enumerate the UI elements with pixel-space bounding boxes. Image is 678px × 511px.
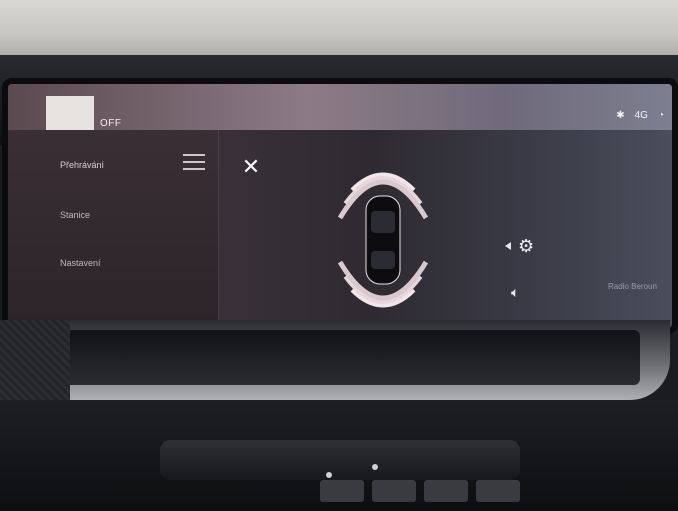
status-bar: OFF ✱ 4G ◔ bbox=[8, 84, 672, 134]
4g-icon: 4G bbox=[634, 110, 648, 121]
status-label: OFF bbox=[100, 118, 122, 129]
console-dot bbox=[326, 472, 332, 478]
parking-sensor-icon bbox=[338, 172, 428, 308]
console-button[interactable] bbox=[372, 480, 416, 502]
speaker-icon[interactable]: 🔈︎ bbox=[511, 284, 519, 301]
console-button[interactable] bbox=[320, 480, 364, 502]
console-dot bbox=[372, 464, 378, 470]
station-text: Radio Beroun bbox=[608, 282, 657, 291]
sidebar-divider bbox=[218, 130, 219, 328]
status-album-thumbnail[interactable] bbox=[46, 96, 94, 134]
sidebar-item-playback[interactable]: Přehrávání bbox=[60, 160, 104, 170]
close-icon[interactable]: ✕ bbox=[240, 156, 262, 178]
signal-icon: ◔ bbox=[657, 110, 664, 121]
screen-lower-dark bbox=[60, 330, 640, 385]
status-icons: ✱ 4G ◔ bbox=[616, 110, 664, 121]
sidebar-item-settings[interactable]: Nastavení bbox=[60, 258, 101, 268]
active-caret-icon bbox=[505, 242, 511, 250]
gear-icon[interactable]: ⚙ bbox=[518, 236, 538, 256]
console-buttons bbox=[320, 480, 520, 502]
dashboard-top bbox=[0, 0, 678, 60]
console-button[interactable] bbox=[476, 480, 520, 502]
sidebar-item-stations[interactable]: Stanice bbox=[60, 210, 90, 220]
console-button[interactable] bbox=[424, 480, 468, 502]
bluetooth-icon: ✱ bbox=[616, 110, 625, 121]
hamburger-icon[interactable] bbox=[183, 154, 205, 170]
infotainment-screen: OFF ✱ 4G ◔ Přehrávání Stanice Nastavení … bbox=[8, 84, 672, 328]
console-panel bbox=[160, 440, 520, 480]
